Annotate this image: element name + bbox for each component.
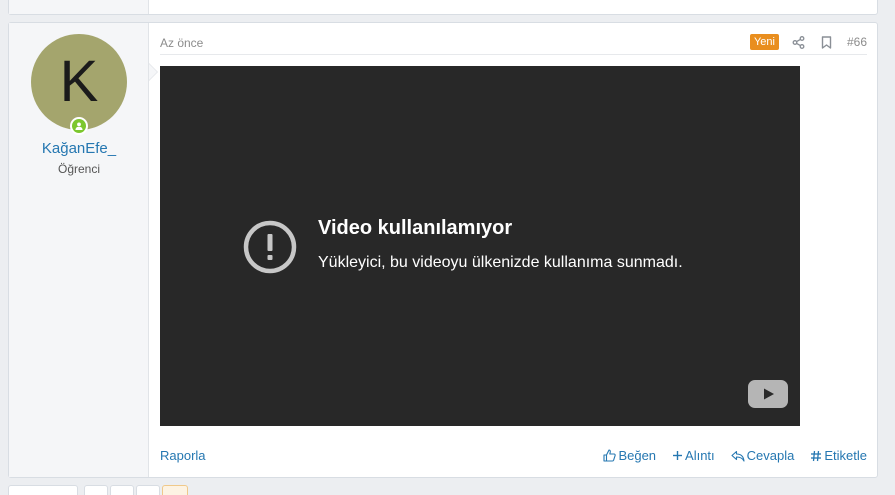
report-link[interactable]: Raporla — [160, 448, 206, 463]
bookmark-icon[interactable] — [819, 34, 835, 50]
post-actions: Beğen Alıntı Cevapla Etiketle — [603, 448, 867, 463]
post-user-cell: K KağanEfe_ Öğrenci — [9, 23, 158, 477]
pagination-prev-button[interactable] — [8, 485, 78, 495]
post: K KağanEfe_ Öğrenci Az önce Yeni #66 Vid… — [8, 22, 878, 478]
like-label: Beğen — [618, 448, 657, 463]
post-header-actions: Yeni #66 — [749, 34, 867, 50]
pagination-current-page[interactable] — [162, 485, 188, 495]
embedded-video[interactable]: Video kullanılamıyor Yükleyici, bu video… — [160, 66, 800, 426]
post-time[interactable]: Az önce — [160, 36, 203, 50]
pagination-page[interactable] — [84, 485, 108, 495]
thumbs-up-icon — [603, 449, 617, 462]
previous-post — [8, 0, 878, 15]
pagination-page[interactable] — [110, 485, 134, 495]
avatar[interactable]: K — [31, 34, 127, 130]
tag-button[interactable]: Etiketle — [810, 448, 867, 463]
like-button[interactable]: Beğen — [603, 448, 656, 463]
hashtag-icon — [811, 450, 822, 461]
quote-label: Alıntı — [685, 448, 715, 463]
video-error-title: Video kullanılamıyor — [318, 217, 513, 239]
post-header: Az önce Yeni #66 — [160, 31, 867, 55]
previous-post-user-cell — [9, 0, 149, 14]
error-icon — [243, 220, 297, 274]
video-error-message: Yükleyici, bu videoyu ülkenizde kullanım… — [318, 254, 683, 271]
reply-label: Cevapla — [746, 448, 795, 463]
reply-button[interactable]: Cevapla — [731, 448, 795, 463]
pagination-page[interactable] — [136, 485, 160, 495]
youtube-logo-icon[interactable] — [748, 380, 788, 408]
plus-icon — [673, 451, 683, 460]
username-link[interactable]: KağanEfe_ — [9, 140, 149, 157]
post-number-link[interactable]: #66 — [847, 35, 867, 49]
post-footer: Raporla Beğen Alıntı Cevapla Etiketle — [160, 446, 867, 466]
online-status-icon — [70, 117, 88, 135]
tag-label: Etiketle — [824, 448, 867, 463]
share-icon[interactable] — [791, 34, 807, 50]
reply-arrow-icon — [731, 450, 745, 462]
user-title: Öğrenci — [57, 162, 101, 176]
new-badge: Yeni — [749, 34, 779, 50]
pagination — [8, 485, 188, 495]
quote-button[interactable]: Alıntı — [672, 448, 715, 463]
